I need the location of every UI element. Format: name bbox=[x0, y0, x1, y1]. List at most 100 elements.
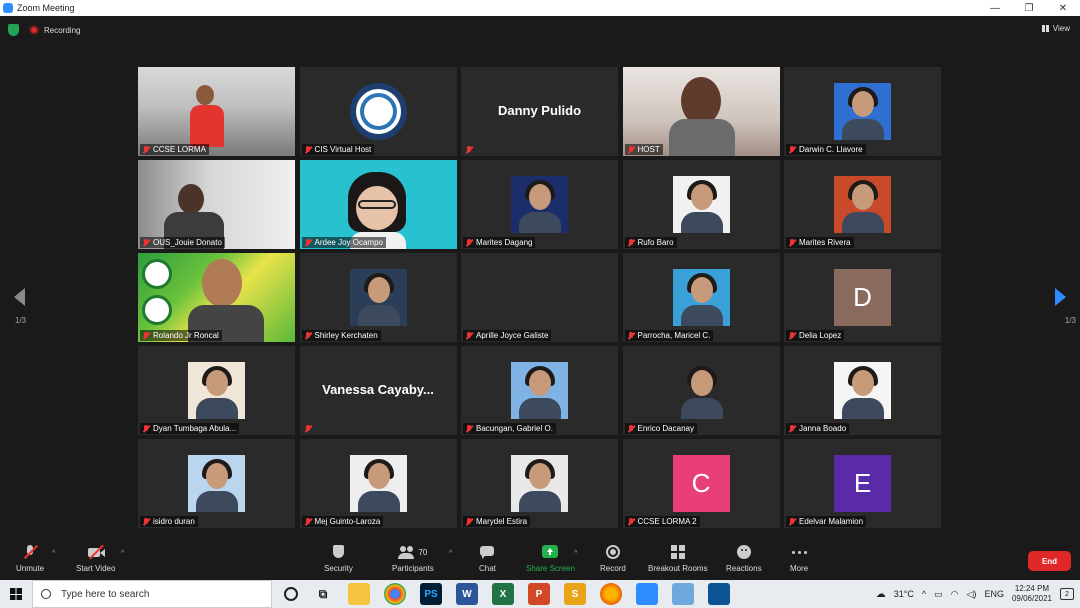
app-window-icon[interactable] bbox=[672, 583, 694, 605]
muted-mic-icon bbox=[304, 238, 312, 247]
share-options-caret-icon[interactable]: ^ bbox=[574, 550, 577, 557]
participant-tile[interactable]: isidro duran bbox=[138, 439, 295, 528]
chat-button[interactable]: Chat bbox=[479, 544, 496, 573]
participant-tile[interactable]: HOST bbox=[622, 67, 780, 156]
participant-tile[interactable]: OUS_Jouie Donato bbox=[138, 160, 295, 249]
participant-tile[interactable]: Bacungan, Gabriel O. bbox=[461, 346, 618, 435]
participant-name-label: Marites Rivera bbox=[786, 237, 854, 248]
participant-tile[interactable]: Rufo Baro bbox=[622, 160, 780, 249]
cortana-icon[interactable] bbox=[284, 587, 298, 601]
tray-overflow-icon[interactable]: ^ bbox=[922, 589, 926, 599]
firefox-icon[interactable] bbox=[600, 583, 622, 605]
participant-name: Ardee Joy Ocampo bbox=[314, 238, 383, 247]
previous-page-arrow-icon[interactable] bbox=[14, 288, 25, 306]
video-feed bbox=[622, 67, 780, 156]
taskbar-search-box[interactable]: Type here to search bbox=[32, 580, 272, 608]
clock[interactable]: 12:24 PM 09/06/2021 bbox=[1012, 584, 1052, 604]
zoom-app-icon bbox=[3, 3, 13, 13]
participant-name: Marites Rivera bbox=[799, 238, 851, 247]
start-button[interactable] bbox=[0, 580, 32, 608]
audio-options-caret-icon[interactable]: ^ bbox=[52, 550, 55, 557]
participant-tile[interactable]: CCSE LORMA bbox=[138, 67, 295, 156]
weather-icon[interactable]: ☁ bbox=[876, 589, 886, 600]
participant-tile[interactable]: Marites Rivera bbox=[784, 160, 941, 249]
participant-tile[interactable]: C CCSE LORMA 2 bbox=[622, 439, 780, 528]
share-screen-label: Share Screen bbox=[526, 564, 575, 573]
participant-photo bbox=[511, 455, 568, 512]
language-indicator[interactable]: ENG bbox=[984, 589, 1004, 599]
recording-indicator[interactable]: Recording bbox=[29, 25, 80, 35]
participant-tile[interactable]: D Delia Lopez bbox=[784, 253, 941, 342]
more-button[interactable]: More bbox=[790, 544, 808, 573]
video-feed bbox=[138, 160, 295, 249]
video-off-icon bbox=[87, 544, 105, 560]
participant-tile[interactable]: Danny Pulido bbox=[461, 67, 618, 156]
battery-icon[interactable]: ▭ bbox=[934, 589, 943, 600]
participant-name-label: CCSE LORMA bbox=[140, 144, 209, 155]
participant-tile[interactable]: Dyan Tumbaga Abula... bbox=[138, 346, 295, 435]
muted-mic-icon bbox=[142, 424, 150, 433]
participant-photo bbox=[672, 176, 730, 233]
unmute-button[interactable]: Unmute bbox=[16, 544, 44, 573]
participant-tile[interactable]: Mej Guinto-Laroza bbox=[299, 439, 457, 528]
reactions-button[interactable]: Reactions bbox=[726, 544, 762, 573]
muted-mic-icon bbox=[465, 238, 473, 247]
participant-tile[interactable]: Marites Dagang bbox=[461, 160, 618, 249]
participants-count: 70 bbox=[418, 547, 428, 557]
zoom-taskbar-icon[interactable] bbox=[636, 583, 658, 605]
sublime-icon[interactable]: S bbox=[564, 583, 586, 605]
reactions-smiley-icon bbox=[736, 544, 752, 560]
participant-initial-avatar: C bbox=[672, 455, 730, 512]
participant-tile[interactable]: Aprille Joyce Galiste bbox=[461, 253, 618, 342]
participant-tile[interactable]: Enrico Dacanay bbox=[622, 346, 780, 435]
close-button[interactable]: ✕ bbox=[1046, 0, 1080, 16]
start-video-button[interactable]: Start Video bbox=[76, 544, 115, 573]
share-screen-button[interactable]: Share Screen bbox=[526, 544, 575, 573]
photos-app-icon[interactable] bbox=[708, 583, 730, 605]
participant-tile[interactable]: Shirley Kerchaten bbox=[299, 253, 457, 342]
muted-mic-icon bbox=[788, 238, 796, 247]
view-button[interactable]: View bbox=[1041, 24, 1070, 33]
meeting-status-bar: Recording bbox=[8, 24, 80, 36]
security-button[interactable]: Security bbox=[324, 544, 353, 573]
muted-mic-icon bbox=[627, 424, 635, 433]
participant-tile[interactable]: Darwin C. Llavore bbox=[784, 67, 941, 156]
powerpoint-icon[interactable]: P bbox=[528, 583, 550, 605]
end-meeting-button[interactable]: End bbox=[1028, 551, 1071, 571]
photoshop-icon[interactable]: PS bbox=[420, 583, 442, 605]
breakout-rooms-button[interactable]: Breakout Rooms bbox=[648, 544, 708, 573]
participant-tile[interactable]: E Edelvar Malamion bbox=[784, 439, 941, 528]
recording-icon bbox=[29, 25, 39, 35]
wifi-icon[interactable]: ◠ bbox=[951, 589, 959, 600]
next-page-arrow-icon[interactable] bbox=[1055, 288, 1066, 306]
participant-tile[interactable]: Janna Boado bbox=[784, 346, 941, 435]
minimize-button[interactable]: — bbox=[978, 0, 1012, 16]
participant-tile[interactable]: Ardee Joy Ocampo bbox=[299, 160, 457, 249]
participant-tile[interactable]: Marydel Estira bbox=[461, 439, 618, 528]
excel-icon[interactable]: X bbox=[492, 583, 514, 605]
search-placeholder: Type here to search bbox=[61, 588, 150, 600]
start-video-label: Start Video bbox=[76, 564, 116, 573]
task-view-icon[interactable]: ⧉ bbox=[312, 583, 334, 605]
record-button[interactable]: Record bbox=[600, 544, 626, 573]
participant-tile[interactable]: Parrocha, Maricel C. bbox=[622, 253, 780, 342]
file-explorer-icon[interactable] bbox=[348, 583, 370, 605]
volume-icon[interactable]: ◁) bbox=[967, 589, 977, 600]
muted-mic-icon bbox=[627, 331, 635, 340]
chrome-icon[interactable] bbox=[384, 583, 406, 605]
muted-mic-icon bbox=[142, 331, 150, 340]
participant-tile[interactable]: Rolando Jr Roncal bbox=[138, 253, 295, 342]
participants-caret-icon[interactable]: ^ bbox=[449, 550, 452, 557]
participant-tile[interactable]: CIS Virtual Host bbox=[299, 67, 457, 156]
encryption-shield-icon[interactable] bbox=[8, 24, 19, 36]
video-options-caret-icon[interactable]: ^ bbox=[121, 550, 124, 557]
notification-count: 2 bbox=[1065, 590, 1069, 598]
word-icon[interactable]: W bbox=[456, 583, 478, 605]
temperature[interactable]: 31°C bbox=[894, 589, 914, 599]
participant-tile[interactable]: Vanessa Cayaby... bbox=[299, 346, 457, 435]
notification-center-icon[interactable]: 2 bbox=[1060, 588, 1074, 600]
participants-button[interactable]: 70 Participants bbox=[392, 544, 434, 573]
maximize-button[interactable]: ❐ bbox=[1012, 0, 1046, 16]
page-indicator-right: 1/3 bbox=[1064, 316, 1076, 325]
record-label: Record bbox=[600, 564, 626, 573]
